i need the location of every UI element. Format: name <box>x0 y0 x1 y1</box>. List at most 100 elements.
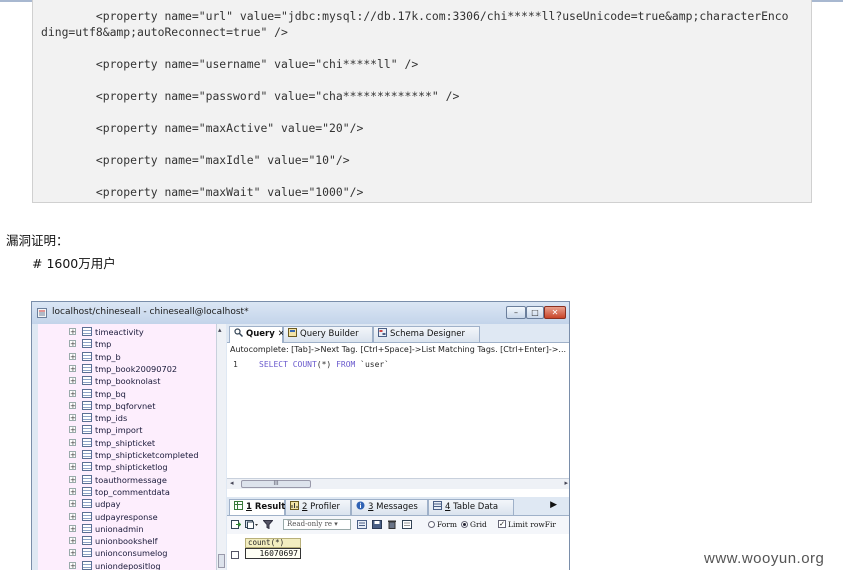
editor-hscrollbar[interactable]: ◂ III ▸ <box>227 478 569 489</box>
tree-item[interactable]: + tmp_shipticket <box>38 437 216 449</box>
table-icon <box>82 400 92 410</box>
tab-messages-label: Messages <box>373 502 418 512</box>
tabs-scroll-right-icon[interactable]: ▶ <box>550 500 557 510</box>
scroll-right-icon[interactable]: ▸ <box>564 479 568 487</box>
expand-icon[interactable]: + <box>69 500 76 508</box>
table-icon <box>82 486 92 496</box>
tree-item[interactable]: + tmp_bqforvnet <box>38 400 216 412</box>
tree-item[interactable]: + tmp_b <box>38 351 216 363</box>
form-view-label: Form <box>437 520 458 529</box>
tree-item[interactable]: + tmp_booknolast <box>38 375 216 387</box>
tree-item[interactable]: + tmp_book20090702 <box>38 363 216 375</box>
code-line: <property name="url" value="jdbc:mysql:/… <box>41 9 789 23</box>
tab-schema-designer-label: Schema Designer <box>390 329 465 339</box>
tab-result[interactable]: 1 Result <box>229 499 285 515</box>
window-titlebar[interactable]: localhost/chineseall - chineseall@localh… <box>32 302 569 324</box>
export-icon[interactable] <box>231 520 241 529</box>
tree-item[interactable]: + unionbookshelf <box>38 535 216 547</box>
table-icon <box>82 523 92 533</box>
scroll-left-icon[interactable]: ◂ <box>230 479 234 487</box>
minimize-button[interactable]: – <box>506 306 526 319</box>
tree-item[interactable]: + tmp <box>38 338 216 350</box>
grid-view-radio[interactable] <box>461 521 468 528</box>
expand-icon[interactable]: + <box>69 487 76 495</box>
maximize-button[interactable]: □ <box>526 306 544 319</box>
expand-icon[interactable]: + <box>69 328 76 336</box>
expand-icon[interactable]: + <box>69 512 76 520</box>
tree-item[interactable]: + tmp_ids <box>38 412 216 424</box>
expand-icon[interactable]: + <box>69 377 76 385</box>
window-title: localhost/chineseall - chineseall@localh… <box>52 307 249 317</box>
expand-icon[interactable]: + <box>69 463 76 471</box>
sql-text[interactable]: SELECT COUNT(*) FROM `user` <box>259 360 389 369</box>
column-header-count[interactable]: count(*) <box>245 538 301 548</box>
expand-icon[interactable]: + <box>69 549 76 557</box>
profiler-icon <box>290 501 299 510</box>
refresh-icon[interactable] <box>357 520 367 529</box>
tree-item[interactable]: + uniondepositlog <box>38 560 216 570</box>
result-cell-count[interactable]: 16070697 <box>245 548 301 559</box>
duplicate-row-icon[interactable] <box>402 520 412 529</box>
expand-icon[interactable]: + <box>69 438 76 446</box>
scroll-up-icon[interactable]: ▴ <box>218 326 222 334</box>
expand-icon[interactable]: + <box>69 389 76 397</box>
expand-icon[interactable]: + <box>69 401 76 409</box>
sql-keyword-select: SELECT COUNT <box>259 360 317 369</box>
tree-item[interactable]: + tmp_bq <box>38 388 216 400</box>
tree-item[interactable]: + unionconsumelog <box>38 547 216 559</box>
table-icon <box>82 462 92 472</box>
tree-item[interactable]: + toauthormessage <box>38 474 216 486</box>
table-icon <box>82 413 92 423</box>
tree-item[interactable]: + tmp_shipticketlog <box>38 461 216 473</box>
expand-icon[interactable]: + <box>69 475 76 483</box>
editor-scroll-thumb[interactable]: III <box>241 480 311 488</box>
tab-profiler[interactable]: 2 Profiler <box>285 499 351 515</box>
sql-count-args: (*) <box>316 360 337 369</box>
tab-query[interactable]: Query ✕ <box>229 326 285 343</box>
tree-item-label: tmp_shipticketcompleted <box>95 450 199 460</box>
limit-rows-checkbox[interactable]: ✓ <box>498 520 506 528</box>
tree-item[interactable]: + timeactivity <box>38 326 216 338</box>
expand-icon[interactable]: + <box>69 340 76 348</box>
expand-icon[interactable]: + <box>69 451 76 459</box>
tab-query-builder[interactable]: Query Builder <box>283 326 373 342</box>
tree-item[interactable]: + top_commentdata <box>38 486 216 498</box>
wooyun-watermark: www.wooyun.org <box>704 550 825 567</box>
code-line: <property name="maxIdle" value="10"/> <box>41 153 350 167</box>
sql-editor[interactable]: 1 SELECT COUNT(*) FROM `user` <box>227 354 569 479</box>
form-view-radio[interactable] <box>428 521 435 528</box>
code-text: <property name="url" value="jdbc:mysql:/… <box>41 8 789 200</box>
tree-scrollbar[interactable]: ▴ <box>216 324 226 570</box>
expand-icon[interactable]: + <box>69 537 76 545</box>
tab-table-data[interactable]: 4 Table Data <box>428 499 514 515</box>
tree-scroll-thumb[interactable] <box>218 554 225 568</box>
tab-messages[interactable]: 3 Messages <box>351 499 428 515</box>
readonly-select[interactable]: Read-only re ▾ <box>283 519 351 530</box>
save-icon[interactable] <box>372 520 382 529</box>
tree-item[interactable]: + tmp_shipticketcompleted <box>38 449 216 461</box>
delete-icon[interactable] <box>387 520 397 529</box>
app-icon <box>37 308 47 318</box>
close-button[interactable]: ✕ <box>544 306 566 319</box>
tree-item-label: unionbookshelf <box>95 536 158 547</box>
tab-schema-designer[interactable]: Schema Designer <box>373 326 480 342</box>
tab-query-builder-label: Query Builder <box>300 329 359 339</box>
tree-item[interactable]: + unionadmin <box>38 523 216 535</box>
expand-icon[interactable]: + <box>69 561 76 569</box>
expand-icon[interactable]: + <box>69 414 76 422</box>
expand-icon[interactable]: + <box>69 426 76 434</box>
tree-item[interactable]: + tmp_import <box>38 424 216 436</box>
expand-icon[interactable]: + <box>69 524 76 532</box>
copy-dropdown-icon[interactable] <box>245 520 259 529</box>
row-select-checkbox[interactable] <box>231 551 239 559</box>
tree-item[interactable]: + udpay <box>38 498 216 510</box>
filter-icon[interactable] <box>263 520 273 529</box>
expand-icon[interactable]: + <box>69 352 76 360</box>
tree-item-label: unionconsumelog <box>95 548 168 559</box>
tab-profiler-label: Profiler <box>307 502 341 512</box>
tree-item[interactable]: + udpayresponse <box>38 511 216 523</box>
expand-icon[interactable]: + <box>69 364 76 372</box>
